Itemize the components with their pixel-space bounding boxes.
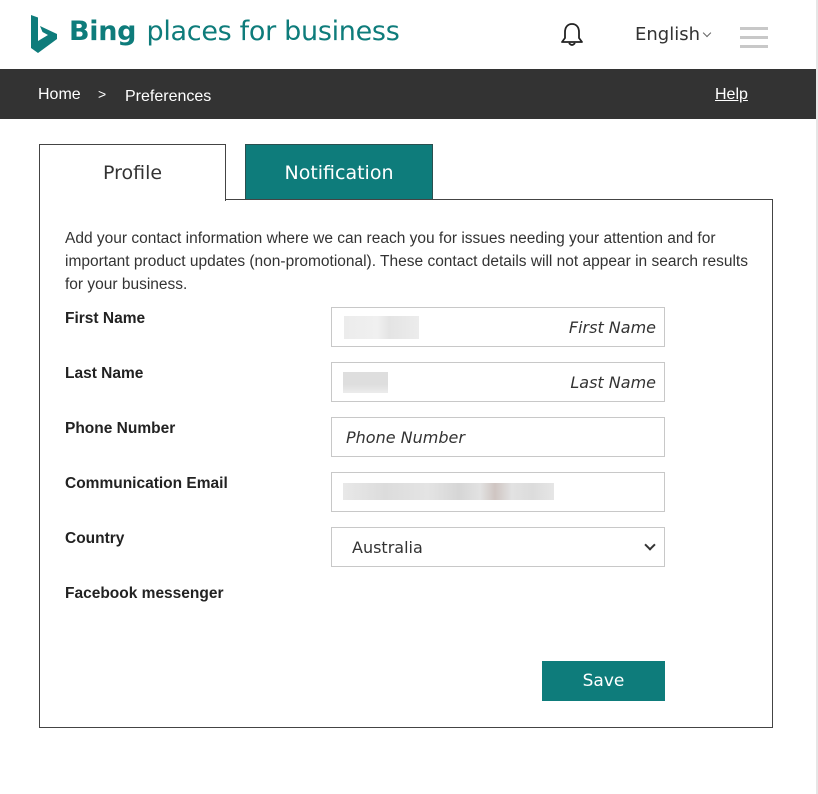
menu-icon[interactable] <box>740 27 768 48</box>
breadcrumb-bar: Home > Preferences Help <box>0 69 816 119</box>
save-button[interactable]: Save <box>542 661 665 701</box>
help-link[interactable]: Help <box>715 86 748 104</box>
redacted-value <box>343 483 554 500</box>
email-field[interactable] <box>331 472 665 512</box>
first-name-label: First Name <box>65 310 146 327</box>
brand-subtitle: places for business <box>146 16 400 47</box>
brand-title[interactable]: Bing places for business <box>69 16 400 47</box>
language-label: English <box>635 24 700 45</box>
phone-input[interactable] <box>332 418 664 456</box>
country-label: Country <box>65 530 125 547</box>
phone-field[interactable] <box>331 417 665 457</box>
facebook-messenger-label: Facebook messenger <box>65 585 224 602</box>
email-label: Communication Email <box>65 475 228 492</box>
bing-logo-icon <box>31 15 57 53</box>
breadcrumb-separator: > <box>98 86 107 102</box>
redacted-value <box>344 316 419 339</box>
phone-label: Phone Number <box>65 420 176 437</box>
profile-panel: Add your contact information where we ca… <box>39 199 773 728</box>
intro-text: Add your contact information where we ca… <box>65 230 748 293</box>
header: Bing places for business English <box>0 0 816 69</box>
first-name-field[interactable] <box>331 307 665 347</box>
country-selected-value: Australia <box>352 538 423 557</box>
language-selector[interactable]: English <box>635 24 712 45</box>
chevron-down-icon <box>644 539 656 551</box>
last-name-field[interactable] <box>331 362 665 402</box>
redacted-value <box>343 372 388 393</box>
brand-bing: Bing <box>69 16 137 47</box>
tab-profile[interactable]: Profile <box>39 144 226 201</box>
last-name-label: Last Name <box>65 365 144 382</box>
notification-bell-icon[interactable] <box>560 22 584 48</box>
breadcrumb-preferences: Preferences <box>125 88 212 105</box>
tab-notification[interactable]: Notification <box>245 144 433 200</box>
breadcrumb-home[interactable]: Home <box>38 86 81 104</box>
chevron-down-icon <box>702 28 712 38</box>
country-select[interactable]: Australia <box>331 527 665 567</box>
